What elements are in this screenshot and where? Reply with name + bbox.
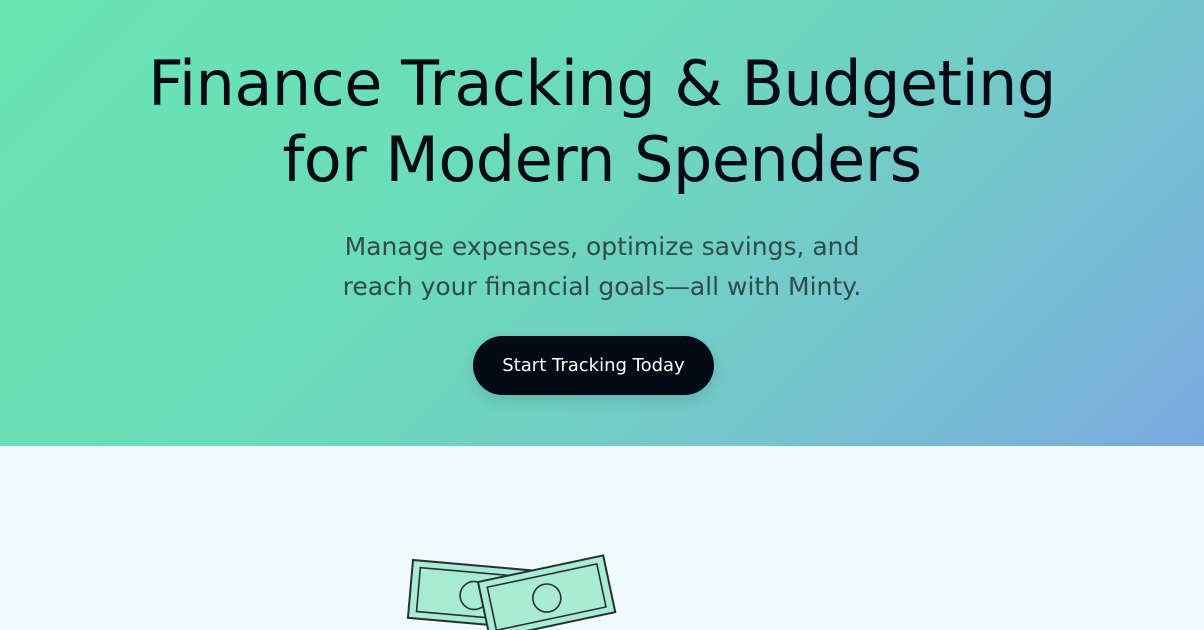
- hero-subtitle: Manage expenses, optimize savings, and r…: [0, 227, 1204, 307]
- hero-title: Finance Tracking & Budgeting for Modern …: [0, 46, 1204, 198]
- landing-page: Finance Tracking & Budgeting for Modern …: [0, 0, 1204, 630]
- start-tracking-button[interactable]: Start Tracking Today: [473, 336, 714, 395]
- hero-title-line-1: Finance Tracking & Budgeting: [148, 47, 1056, 120]
- money-bills-icon: [406, 554, 617, 630]
- hero-section: Finance Tracking & Budgeting for Modern …: [0, 0, 1204, 446]
- hero-subtitle-line-2: reach your financial goals—all with Mint…: [342, 272, 862, 301]
- hero-title-line-2: for Modern Spenders: [282, 123, 922, 196]
- hero-subtitle-line-1: Manage expenses, optimize savings, and: [344, 232, 860, 261]
